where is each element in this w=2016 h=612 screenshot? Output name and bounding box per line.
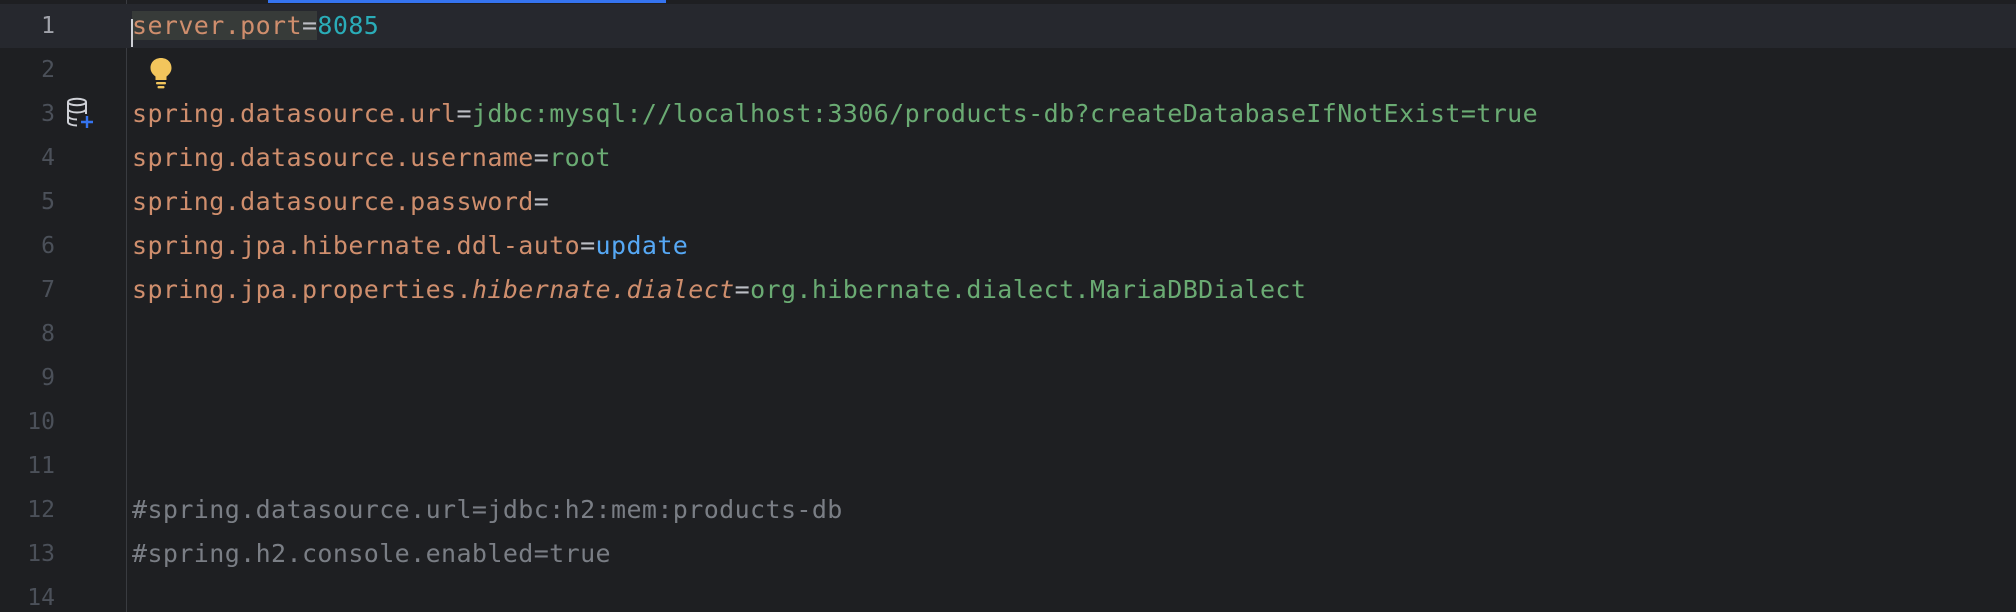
lightbulb-icon[interactable] — [148, 56, 174, 90]
equals-sign: = — [580, 231, 596, 260]
code-editor[interactable]: 1 server.port=8085 2 3 spring.datasource… — [0, 0, 2016, 612]
line-number[interactable]: 3 — [0, 92, 55, 136]
property-value[interactable]: 8085 — [317, 11, 379, 40]
property-value[interactable]: org.hibernate.dialect.MariaDBDialect — [750, 275, 1306, 304]
property-key[interactable]: spring.datasource.url — [132, 99, 456, 128]
equals-sign: = — [533, 143, 550, 172]
editor-line-14[interactable]: 14 — [0, 576, 2016, 612]
code-text[interactable]: spring.jpa.hibernate.ddl-auto=update — [132, 224, 688, 268]
equals-sign: = — [734, 275, 751, 304]
editor-line-2[interactable]: 2 — [0, 48, 2016, 92]
property-key[interactable]: spring.datasource.username — [132, 143, 534, 172]
editor-line-9[interactable]: 9 — [0, 356, 2016, 400]
editor-line-3[interactable]: 3 spring.datasource.url=jdbc:mysql://loc… — [0, 92, 2016, 136]
editor-line-10[interactable]: 10 — [0, 400, 2016, 444]
line-number[interactable]: 11 — [0, 444, 55, 488]
editor-line-12[interactable]: 12 #spring.datasource.url=jdbc:h2:mem:pr… — [0, 488, 2016, 532]
line-number[interactable]: 7 — [0, 268, 55, 312]
editor-line-4[interactable]: 4 spring.datasource.username=root — [0, 136, 2016, 180]
code-text[interactable]: spring.datasource.username=root — [132, 136, 611, 180]
line-number[interactable]: 6 — [0, 224, 55, 268]
line-number[interactable]: 5 — [0, 180, 55, 224]
editor-line-7[interactable]: 7 spring.jpa.properties.hibernate.dialec… — [0, 268, 2016, 312]
line-number[interactable]: 14 — [0, 576, 55, 612]
equals-sign: = — [533, 187, 550, 216]
property-key[interactable]: spring.datasource.password — [132, 187, 534, 216]
text-caret — [131, 19, 133, 47]
property-value[interactable]: jdbc:mysql://localhost:3306/products-db?… — [472, 99, 1538, 128]
code-text[interactable]: server.port=8085 — [131, 4, 379, 48]
editor-line-6[interactable]: 6 spring.jpa.hibernate.ddl-auto=update — [0, 224, 2016, 268]
editor-line-13[interactable]: 13 #spring.h2.console.enabled=true — [0, 532, 2016, 576]
line-number[interactable]: 8 — [0, 312, 55, 356]
line-number[interactable]: 10 — [0, 400, 55, 444]
code-text[interactable]: spring.jpa.properties.hibernate.dialect=… — [132, 268, 1306, 312]
comment-text[interactable]: #spring.h2.console.enabled=true — [132, 532, 611, 576]
property-value[interactable]: root — [549, 143, 611, 172]
equals-sign: = — [301, 11, 318, 40]
line-number[interactable]: 4 — [0, 136, 55, 180]
line-number[interactable]: 13 — [0, 532, 55, 576]
property-key-italic[interactable]: hibernate.dialect — [472, 275, 735, 304]
editor-line-8[interactable]: 8 — [0, 312, 2016, 356]
property-key[interactable]: server.port — [132, 11, 302, 40]
line-number[interactable]: 2 — [0, 48, 55, 92]
line-number[interactable]: 9 — [0, 356, 55, 400]
line-number[interactable]: 12 — [0, 488, 55, 532]
comment-text[interactable]: #spring.datasource.url=jdbc:h2:mem:produ… — [132, 488, 843, 532]
property-value[interactable]: update — [596, 231, 689, 260]
property-key-prefix[interactable]: spring.jpa.properties. — [132, 275, 472, 304]
editor-line-1[interactable]: 1 server.port=8085 — [0, 4, 2016, 48]
line-number[interactable]: 1 — [0, 4, 55, 48]
editor-line-11[interactable]: 11 — [0, 444, 2016, 488]
property-key[interactable]: spring.jpa.hibernate.ddl-auto — [132, 231, 580, 260]
code-text[interactable]: spring.datasource.password= — [132, 180, 549, 224]
code-text[interactable]: spring.datasource.url=jdbc:mysql://local… — [132, 92, 1538, 136]
equals-sign: = — [456, 99, 472, 128]
database-icon[interactable] — [66, 97, 96, 131]
tab-active-indicator — [268, 0, 666, 3]
editor-line-5[interactable]: 5 spring.datasource.password= — [0, 180, 2016, 224]
